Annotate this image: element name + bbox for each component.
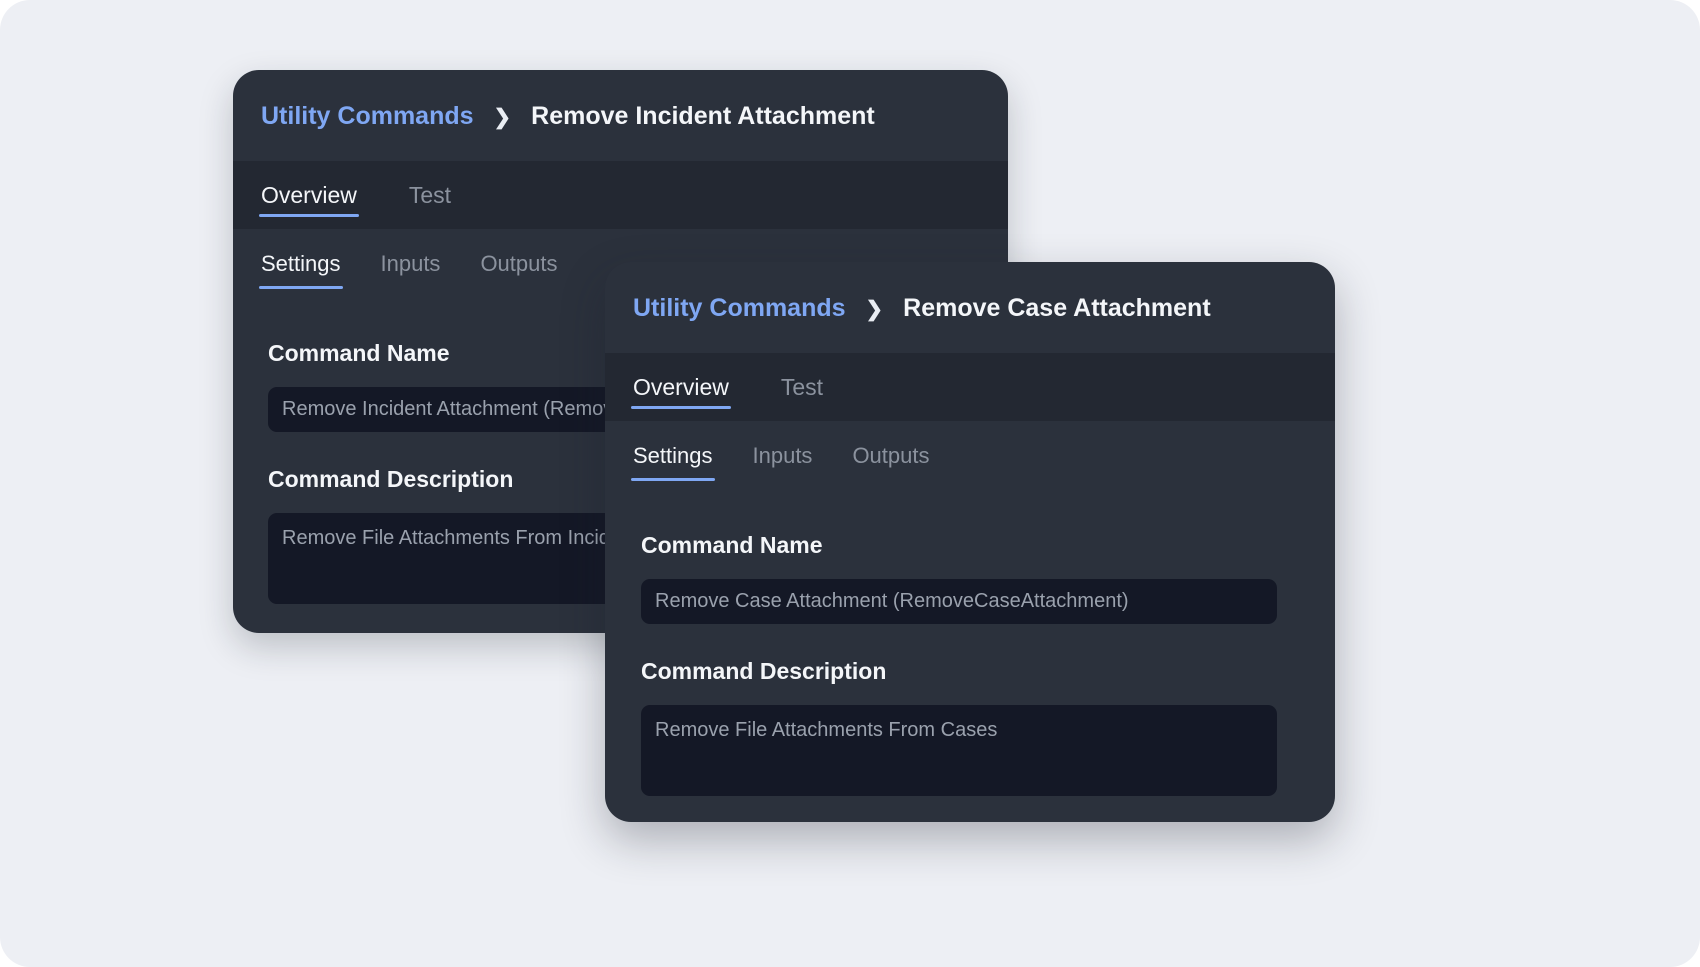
case-command-panel: Utility Commands ❯ Remove Case Attachmen… [605, 262, 1335, 822]
subtab-inputs[interactable]: Inputs [381, 251, 441, 293]
settings-form: Command Name Command Description Remove … [605, 532, 1335, 796]
command-name-input[interactable] [641, 579, 1277, 624]
tab-overview[interactable]: Overview [261, 161, 357, 229]
breadcrumb-chevron-icon: ❯ [494, 105, 512, 130]
secondary-tabbar: Settings Inputs Outputs [605, 421, 1335, 485]
breadcrumb-current: Remove Case Attachment [903, 294, 1211, 323]
subtab-settings[interactable]: Settings [261, 251, 341, 293]
screen-background: Utility Commands ❯ Remove Incident Attac… [0, 0, 1700, 967]
breadcrumb: Utility Commands ❯ Remove Incident Attac… [233, 70, 1008, 161]
primary-tabbar: Overview Test [233, 161, 1008, 229]
breadcrumb-section-link[interactable]: Utility Commands [633, 294, 846, 323]
tab-overview[interactable]: Overview [633, 353, 729, 421]
command-description-label: Command Description [641, 658, 1277, 685]
tab-test[interactable]: Test [409, 161, 451, 229]
command-name-label: Command Name [641, 532, 1277, 559]
subtab-outputs[interactable]: Outputs [480, 251, 557, 293]
subtab-outputs[interactable]: Outputs [852, 443, 929, 485]
subtab-inputs[interactable]: Inputs [753, 443, 813, 485]
command-description-textarea[interactable]: Remove File Attachments From Cases [641, 705, 1277, 796]
breadcrumb-section-link[interactable]: Utility Commands [261, 102, 474, 131]
breadcrumb-chevron-icon: ❯ [866, 297, 884, 322]
subtab-settings[interactable]: Settings [633, 443, 713, 485]
primary-tabbar: Overview Test [605, 353, 1335, 421]
tab-test[interactable]: Test [781, 353, 823, 421]
breadcrumb-current: Remove Incident Attachment [531, 102, 875, 131]
breadcrumb: Utility Commands ❯ Remove Case Attachmen… [605, 262, 1335, 353]
